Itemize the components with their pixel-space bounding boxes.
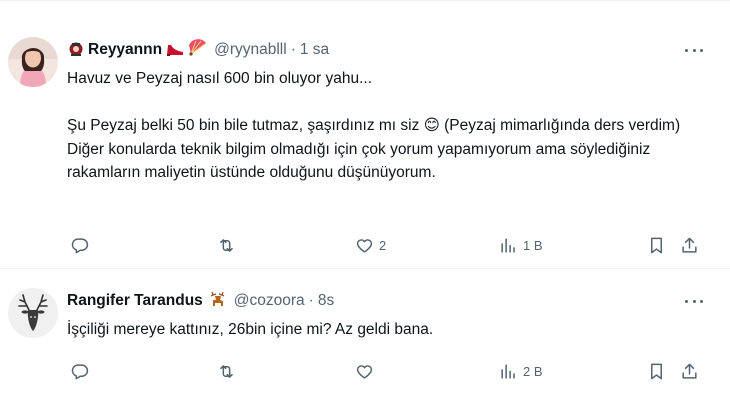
tweet-text-line: İşçiliği mereye kattınız, 26bin içine mi… <box>67 321 434 338</box>
reply-button[interactable] <box>70 359 89 383</box>
retweet-icon <box>220 364 233 378</box>
user-handle[interactable]: @cozoora <box>234 292 305 310</box>
avatar[interactable] <box>8 37 58 87</box>
bookmark-icon <box>650 363 663 379</box>
like-count: 2 <box>379 237 387 253</box>
reply-icon <box>71 237 89 253</box>
bookmark-button[interactable] <box>647 359 666 383</box>
avatar[interactable] <box>8 288 58 338</box>
reply-icon <box>71 363 89 379</box>
like-button[interactable]: 2 <box>355 233 386 257</box>
tweet-text-line <box>67 91 717 115</box>
tweet[interactable]: Reyyannn @ryynablll · 1 sa Havuz ve Peyz <box>0 0 730 268</box>
share-icon <box>682 237 697 253</box>
like-button[interactable] <box>355 359 374 383</box>
view-count: 1 B <box>523 237 543 253</box>
high-heel-icon <box>165 39 185 62</box>
views-chart-icon <box>501 363 515 379</box>
tweet-text-line: Diğer konularda teknik bilgim olmadığı i… <box>67 140 651 182</box>
more-options-icon[interactable] <box>682 292 706 310</box>
bookmark-icon <box>650 237 663 253</box>
heart-icon <box>356 364 373 379</box>
views-chart-icon <box>501 237 515 253</box>
view-count: 2 B <box>523 363 543 379</box>
tweet-text-line: Havuz ve Peyzaj nasıl 600 bin oluyor yah… <box>67 70 373 87</box>
lantern-shrine-icon <box>67 39 85 62</box>
views-button[interactable]: 2 B <box>499 359 543 383</box>
deer-icon <box>208 290 228 313</box>
share-button[interactable] <box>680 359 699 383</box>
retweet-icon <box>220 238 233 252</box>
tweet[interactable]: Rangifer Tarandus @cozoora · 8s İşçiliği… <box>0 268 730 420</box>
tweet-actions: 2 B <box>67 359 707 383</box>
folding-fan-icon <box>188 38 208 62</box>
retweet-button[interactable] <box>217 359 236 383</box>
tweet-text-line: Şu Peyzaj belki 50 bin bile tutmaz, şaşı… <box>67 117 681 134</box>
heart-icon <box>356 238 373 253</box>
user-handle[interactable]: @ryynablll <box>214 41 287 59</box>
views-button[interactable]: 1 B <box>499 233 543 257</box>
retweet-button[interactable] <box>217 233 236 257</box>
tweet-header: Rangifer Tarandus @cozoora · 8s <box>67 290 334 312</box>
bookmark-button[interactable] <box>647 233 666 257</box>
share-icon <box>682 363 697 379</box>
display-name[interactable]: Reyyannn <box>88 41 162 59</box>
tweet-actions: 2 1 B <box>67 233 707 257</box>
tweet-header: Reyyannn @ryynablll · 1 sa <box>67 38 329 62</box>
timestamp[interactable]: 1 sa <box>300 41 329 59</box>
display-name[interactable]: Rangifer Tarandus <box>67 292 203 310</box>
timestamp[interactable]: 8s <box>318 292 334 310</box>
reply-button[interactable] <box>70 233 89 257</box>
share-button[interactable] <box>680 233 699 257</box>
timeline-feed: Reyyannn @ryynablll · 1 sa Havuz ve Peyz <box>0 0 730 420</box>
tweet-text: İşçiliği mereye kattınız, 26bin içine mi… <box>67 318 717 342</box>
tweet-text: Havuz ve Peyzaj nasıl 600 bin oluyor yah… <box>67 67 717 185</box>
separator-dot: · <box>290 41 296 58</box>
separator-dot: · <box>308 292 314 309</box>
more-options-icon[interactable] <box>682 41 706 59</box>
